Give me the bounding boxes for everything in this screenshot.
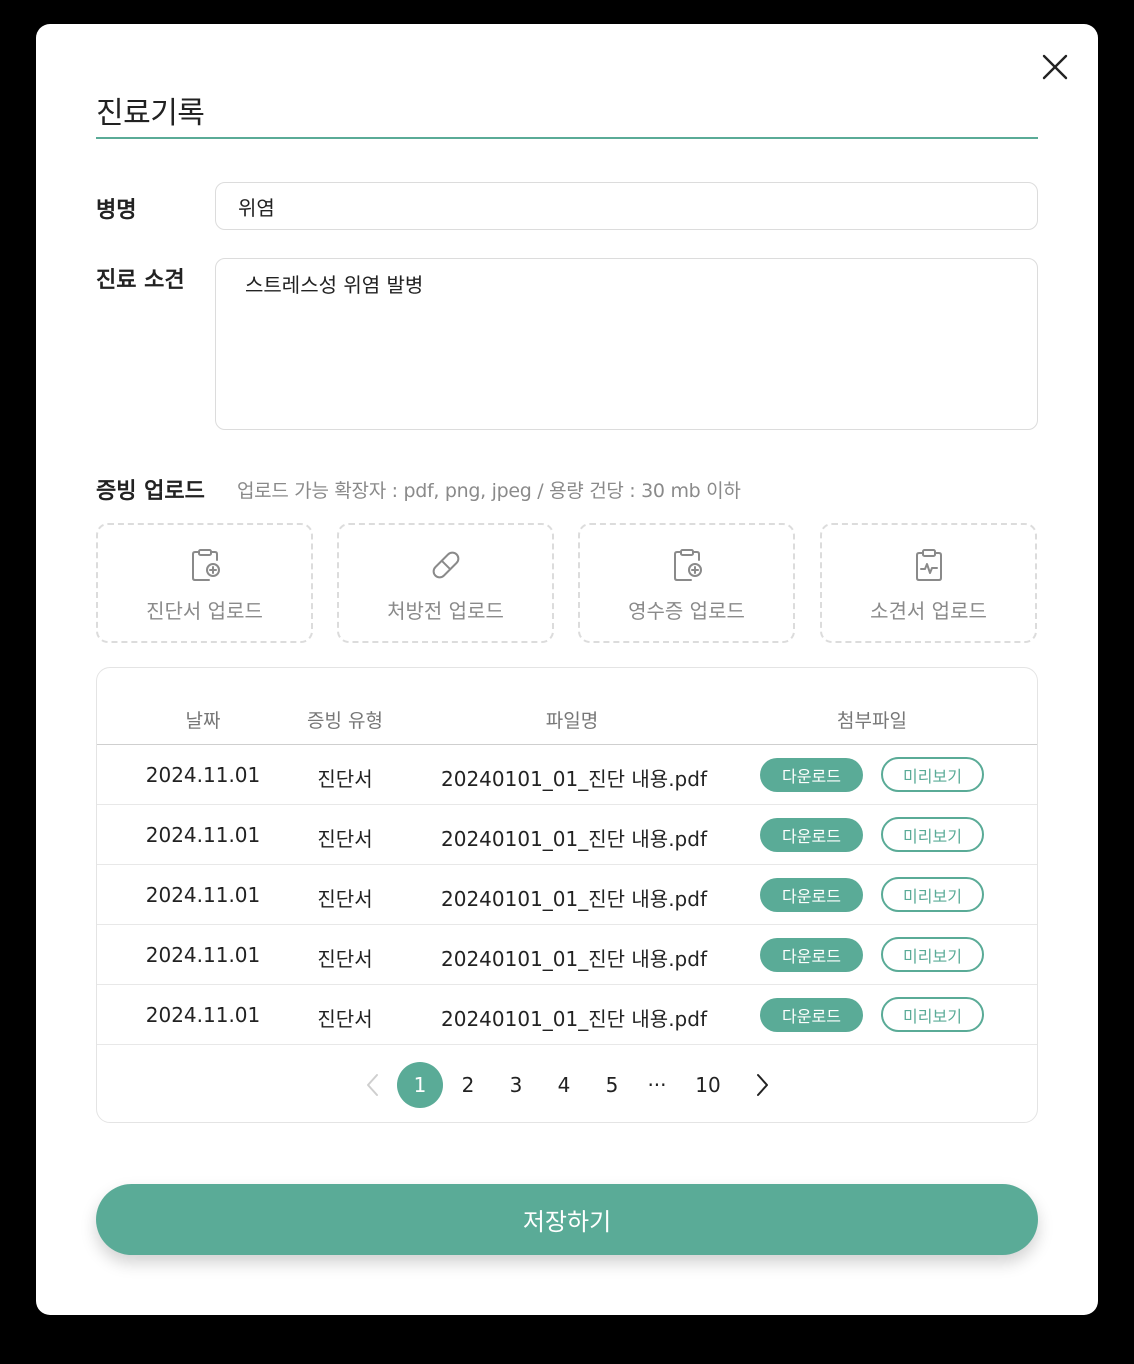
header-attachment: 첨부파일 — [837, 710, 907, 732]
row-filename: 20240101_01_진단 내용.pdf — [441, 1007, 707, 1031]
prescription-upload-button[interactable]: 처방전 업로드 — [337, 523, 554, 643]
row-filename: 20240101_01_진단 내용.pdf — [441, 887, 707, 911]
row-date: 2024.11.01 — [145, 943, 261, 967]
page-2-button[interactable]: 2 — [445, 1062, 491, 1108]
row-filename: 20240101_01_진단 내용.pdf — [441, 827, 707, 851]
row-type: 진단서 — [317, 1007, 373, 1031]
page-10-button[interactable]: 10 — [685, 1062, 731, 1108]
disease-input[interactable] — [215, 182, 1038, 230]
row-type: 진단서 — [317, 947, 373, 971]
row-date: 2024.11.01 — [145, 1003, 261, 1027]
header-date: 날짜 — [185, 710, 221, 732]
row-type: 진단서 — [317, 887, 373, 911]
table-row: 2024.11.01 진단서 20240101_01_진단 내용.pdf 다운로… — [97, 865, 1037, 925]
table-row: 2024.11.01 진단서 20240101_01_진단 내용.pdf 다운로… — [97, 805, 1037, 865]
prev-page-button[interactable] — [358, 1066, 388, 1104]
upload-button-label: 영수증 업로드 — [628, 599, 745, 623]
document-plus-icon — [187, 547, 223, 583]
medical-record-modal: 진료기록 병명 진료 소견 스트레스성 위염 발병 증빙 업로드 업로드 가능 … — [36, 24, 1098, 1315]
page-5-button[interactable]: 5 — [589, 1062, 635, 1108]
upload-hint: 업로드 가능 확장자 : pdf, png, jpeg / 용량 건당 : 30… — [237, 480, 741, 502]
page-4-button[interactable]: 4 — [541, 1062, 587, 1108]
opinion-upload-button[interactable]: 소견서 업로드 — [820, 523, 1037, 643]
modal-title: 진료기록 — [96, 96, 205, 131]
download-button[interactable]: 다운로드 — [760, 938, 863, 972]
header-type: 증빙 유형 — [307, 710, 383, 732]
upload-label: 증빙 업로드 — [96, 479, 205, 504]
download-button[interactable]: 다운로드 — [760, 998, 863, 1032]
save-button[interactable]: 저장하기 — [96, 1184, 1038, 1255]
findings-label: 진료 소견 — [96, 268, 185, 293]
close-button[interactable] — [1038, 50, 1072, 84]
page-ellipsis: ··· — [647, 1073, 667, 1097]
row-type: 진단서 — [317, 767, 373, 791]
header-filename: 파일명 — [545, 710, 599, 732]
preview-button[interactable]: 미리보기 — [881, 817, 984, 852]
table-header: 날짜 증빙 유형 파일명 첨부파일 — [97, 668, 1037, 745]
upload-button-label: 소견서 업로드 — [870, 599, 987, 623]
pill-icon — [428, 547, 464, 583]
receipt-upload-button[interactable]: 영수증 업로드 — [578, 523, 795, 643]
pagination: 1 2 3 4 5 ··· 10 — [97, 1058, 1037, 1110]
preview-button[interactable]: 미리보기 — [881, 937, 984, 972]
preview-button[interactable]: 미리보기 — [881, 757, 984, 792]
upload-button-label: 진단서 업로드 — [146, 599, 263, 623]
download-button[interactable]: 다운로드 — [760, 818, 863, 852]
download-button[interactable]: 다운로드 — [760, 758, 863, 792]
document-plus-icon — [669, 547, 705, 583]
chevron-left-icon — [367, 1074, 378, 1096]
page-3-button[interactable]: 3 — [493, 1062, 539, 1108]
page-1-button[interactable]: 1 — [397, 1062, 443, 1108]
table-row: 2024.11.01 진단서 20240101_01_진단 내용.pdf 다운로… — [97, 925, 1037, 985]
next-page-button[interactable] — [747, 1066, 777, 1104]
chevron-right-icon — [757, 1074, 768, 1096]
preview-button[interactable]: 미리보기 — [881, 877, 984, 912]
title-divider — [96, 137, 1038, 139]
diagnosis-upload-button[interactable]: 진단서 업로드 — [96, 523, 313, 643]
findings-textarea[interactable]: 스트레스성 위염 발병 — [215, 258, 1038, 430]
preview-button[interactable]: 미리보기 — [881, 997, 984, 1032]
clipboard-pulse-icon — [911, 547, 947, 583]
records-table: 날짜 증빙 유형 파일명 첨부파일 2024.11.01 진단서 2024010… — [96, 667, 1038, 1123]
disease-label: 병명 — [96, 198, 137, 223]
upload-button-label: 처방전 업로드 — [387, 599, 504, 623]
download-button[interactable]: 다운로드 — [760, 878, 863, 912]
row-type: 진단서 — [317, 827, 373, 851]
row-date: 2024.11.01 — [145, 763, 261, 787]
row-filename: 20240101_01_진단 내용.pdf — [441, 947, 707, 971]
table-row: 2024.11.01 진단서 20240101_01_진단 내용.pdf 다운로… — [97, 985, 1037, 1045]
row-date: 2024.11.01 — [145, 883, 261, 907]
close-icon — [1042, 54, 1068, 80]
table-row: 2024.11.01 진단서 20240101_01_진단 내용.pdf 다운로… — [97, 745, 1037, 805]
row-date: 2024.11.01 — [145, 823, 261, 847]
row-filename: 20240101_01_진단 내용.pdf — [441, 767, 707, 791]
